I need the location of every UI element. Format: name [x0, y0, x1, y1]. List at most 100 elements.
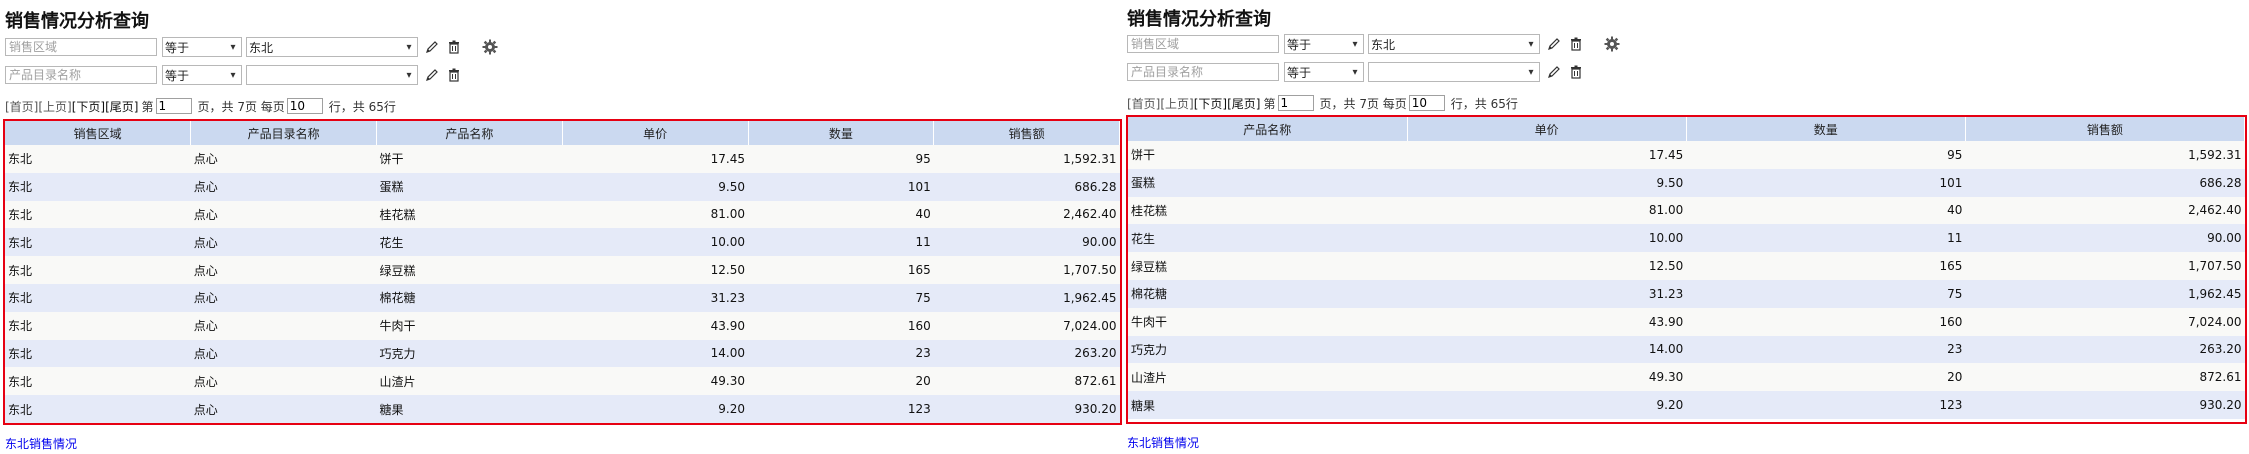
pagination-bar: [首页] [上页] [下页] [尾页] 第 页，共 7页 每页 行，共 65行 — [1127, 93, 1518, 113]
table-cell: 17.45 — [562, 145, 748, 173]
table-cell: 东北 — [5, 395, 191, 423]
pencil-icon[interactable] — [424, 67, 440, 83]
gear-icon[interactable] — [1604, 36, 1620, 52]
table-cell: 90.00 — [1965, 224, 2245, 253]
gear-icon[interactable] — [482, 39, 498, 55]
pager-prev-link[interactable]: [上页] — [38, 98, 71, 115]
region-value-text: 东北 — [249, 40, 274, 55]
pager-next-link[interactable]: [下页] — [72, 98, 105, 115]
region-field-input[interactable] — [1127, 35, 1279, 53]
table-cell: 20 — [1686, 363, 1966, 392]
column-header: 产品名称 — [1128, 117, 1408, 141]
table-cell: 东北 — [5, 283, 191, 312]
table-cell: 9.20 — [1407, 391, 1687, 419]
column-header: 产品目录名称 — [190, 121, 377, 145]
page-number-input[interactable] — [155, 98, 192, 114]
table-cell: 牛肉干 — [1128, 307, 1408, 336]
pencil-icon[interactable] — [1546, 64, 1562, 80]
table-cell: 1,707.50 — [933, 256, 1120, 284]
table-cell: 123 — [748, 395, 934, 423]
left-report-panel: 销售情况分析查询 等于 ▾ 东北 ▾ 等于 ▾ ▾ — [0, 0, 1122, 454]
table-cell: 1,707.50 — [1965, 252, 2245, 280]
trash-icon[interactable] — [446, 67, 462, 83]
northeast-sales-link[interactable]: 东北销售情况 — [5, 435, 77, 452]
region-value-select[interactable]: 东北 ▾ — [246, 37, 418, 57]
table-cell: 东北 — [5, 172, 191, 201]
region-operator-select[interactable]: 等于 ▾ — [1284, 34, 1364, 54]
table-cell: 263.20 — [933, 339, 1120, 368]
table-cell: 蛋糕 — [376, 172, 563, 201]
pager-first-link[interactable]: [首页] — [1127, 95, 1160, 112]
table-cell: 糖果 — [376, 395, 563, 423]
table-cell: 蛋糕 — [1128, 168, 1408, 197]
column-header: 产品名称 — [376, 121, 563, 145]
table-cell: 棉花糖 — [1128, 279, 1408, 308]
table-cell: 东北 — [5, 311, 191, 340]
table-cell: 31.23 — [1407, 279, 1687, 308]
table-row: 饼干 17.45 95 1,592.31 — [1128, 141, 2245, 169]
pencil-icon[interactable] — [424, 39, 440, 55]
table-cell: 1,962.45 — [933, 283, 1120, 312]
page-prefix-label: 第 — [141, 99, 154, 114]
trash-icon[interactable] — [1568, 64, 1584, 80]
table-cell: 90.00 — [933, 228, 1120, 257]
chevron-down-icon: ▾ — [1528, 66, 1534, 78]
trash-icon[interactable] — [1568, 36, 1584, 52]
table-cell: 14.00 — [562, 339, 748, 368]
region-value-select[interactable]: 东北 ▾ — [1368, 34, 1540, 54]
table-cell: 2,462.40 — [1965, 196, 2245, 225]
category-operator-select[interactable]: 等于 ▾ — [1284, 62, 1364, 82]
category-value-select[interactable]: ▾ — [246, 65, 418, 85]
pager-next-link[interactable]: [下页] — [1194, 95, 1227, 112]
page-number-input[interactable] — [1277, 95, 1314, 111]
pager-last-link[interactable]: [尾页] — [1227, 95, 1260, 112]
page-size-input[interactable] — [1408, 95, 1445, 111]
table-cell: 23 — [1686, 335, 1966, 364]
table-cell: 点心 — [190, 311, 377, 340]
table-row: 棉花糖 31.23 75 1,962.45 — [1128, 279, 2245, 308]
table-cell: 2,462.40 — [933, 200, 1120, 229]
pager-last-link[interactable]: [尾页] — [105, 98, 138, 115]
table-cell: 123 — [1686, 391, 1966, 419]
table-header-row: 产品名称 单价 数量 销售额 — [1128, 117, 2245, 141]
northeast-sales-link[interactable]: 东北销售情况 — [1127, 434, 1199, 451]
table-cell: 绿豆糕 — [1128, 252, 1408, 280]
category-operator-select[interactable]: 等于 ▾ — [162, 65, 242, 85]
trash-icon[interactable] — [446, 39, 462, 55]
table-row: 东北 点心 牛肉干 43.90 160 7,024.00 — [5, 311, 1120, 340]
table-cell: 花生 — [376, 228, 563, 257]
total-pages-label: 页，共 7页 每页 — [1319, 96, 1407, 111]
page-size-input[interactable] — [286, 98, 323, 114]
table-cell: 160 — [748, 311, 934, 340]
table-row: 糖果 9.20 123 930.20 — [1128, 391, 2245, 419]
table-row: 东北 点心 花生 10.00 11 90.00 — [5, 228, 1120, 257]
region-operator-select[interactable]: 等于 ▾ — [162, 37, 242, 57]
chevron-down-icon: ▾ — [406, 69, 412, 81]
pager-first-link[interactable]: [首页] — [5, 98, 38, 115]
column-header: 销售额 — [1965, 117, 2245, 141]
table-cell: 饼干 — [1128, 141, 1408, 169]
table-cell: 17.45 — [1407, 141, 1687, 169]
category-field-input[interactable] — [5, 66, 157, 84]
table-row: 东北 点心 蛋糕 9.50 101 686.28 — [5, 172, 1120, 201]
table-cell: 东北 — [5, 367, 191, 396]
filter-row-region: 等于 ▾ 东北 ▾ — [5, 36, 498, 58]
table-cell: 7,024.00 — [1965, 307, 2245, 336]
table-row: 东北 点心 糖果 9.20 123 930.20 — [5, 395, 1120, 423]
table-cell: 11 — [748, 228, 934, 257]
table-cell: 12.50 — [1407, 252, 1687, 280]
table-row: 蛋糕 9.50 101 686.28 — [1128, 168, 2245, 197]
table-cell: 1,592.31 — [1965, 141, 2245, 169]
pencil-icon[interactable] — [1546, 36, 1562, 52]
region-field-input[interactable] — [5, 38, 157, 56]
pager-prev-link[interactable]: [上页] — [1160, 95, 1193, 112]
category-value-select[interactable]: ▾ — [1368, 62, 1540, 82]
table-cell: 930.20 — [933, 395, 1120, 423]
left-data-table: 销售区域 产品目录名称 产品名称 单价 数量 销售额 东北 点心 饼干 17.45 95 1,592… — [5, 121, 1120, 423]
table-cell: 东北 — [5, 200, 191, 229]
table-row: 巧克力 14.00 23 263.20 — [1128, 335, 2245, 364]
table-cell: 10.00 — [1407, 224, 1687, 253]
table-cell: 101 — [748, 172, 934, 201]
category-field-input[interactable] — [1127, 63, 1279, 81]
left-data-table-frame: 销售区域 产品目录名称 产品名称 单价 数量 销售额 东北 点心 饼干 17.45 95 1,592… — [3, 119, 1122, 425]
